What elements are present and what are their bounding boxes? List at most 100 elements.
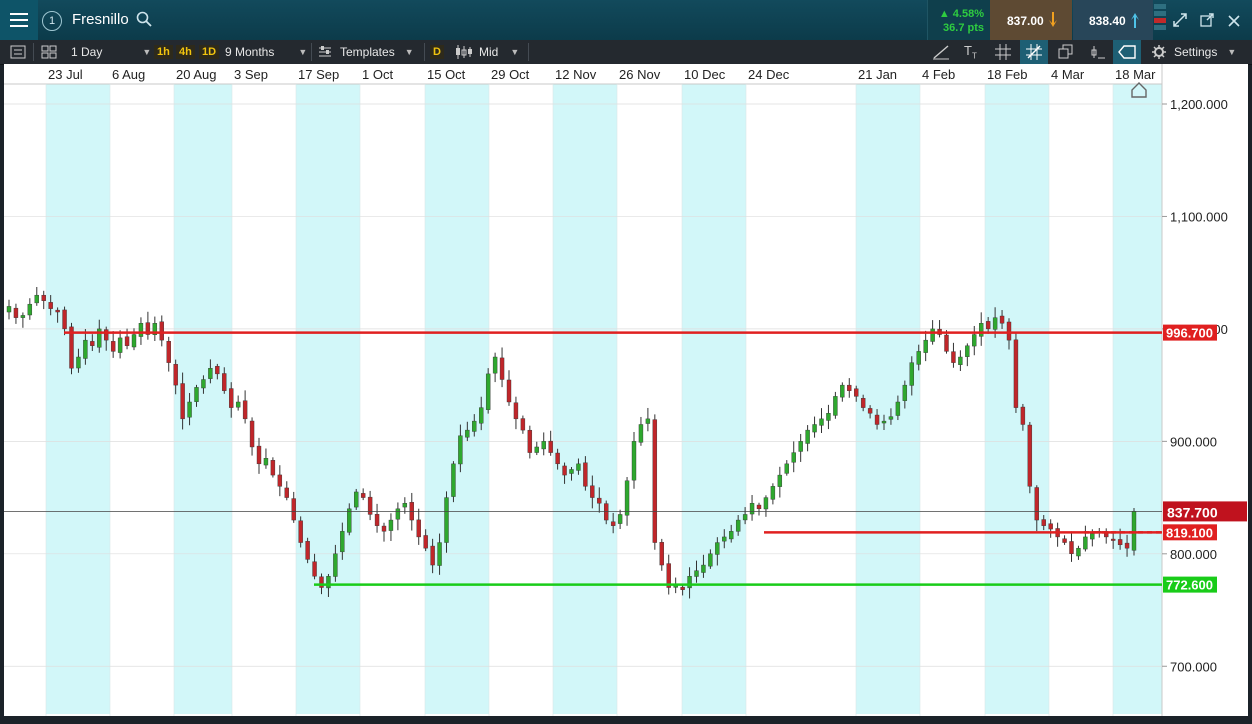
crosshair-icon bbox=[1026, 44, 1042, 60]
candle-body bbox=[833, 396, 838, 416]
candle-body bbox=[860, 398, 866, 408]
candle-body bbox=[617, 514, 623, 524]
candle-body bbox=[291, 498, 296, 521]
candle-body bbox=[784, 463, 789, 474]
grid-icon[interactable] bbox=[995, 40, 1011, 64]
range-select[interactable]: 9 Months ▼ bbox=[225, 40, 307, 64]
popout-icon[interactable] bbox=[1200, 13, 1214, 32]
candle-body bbox=[548, 440, 553, 453]
candle-body bbox=[1083, 536, 1088, 550]
expand-icon[interactable] bbox=[1173, 13, 1187, 32]
candle-body bbox=[416, 519, 421, 538]
candle-body bbox=[277, 474, 283, 487]
candle-body bbox=[506, 379, 512, 403]
candle-body bbox=[569, 469, 574, 474]
candle-body bbox=[1131, 511, 1137, 551]
candle-body bbox=[631, 441, 637, 481]
date-band bbox=[46, 84, 110, 714]
price-type-select[interactable]: Mid ▼ bbox=[455, 40, 519, 64]
candle-body bbox=[305, 541, 310, 560]
templates-button[interactable]: Templates ▼ bbox=[318, 40, 414, 64]
candle-body bbox=[430, 545, 435, 566]
candle-body bbox=[173, 364, 178, 386]
candle-body bbox=[735, 519, 741, 532]
candle-body bbox=[597, 497, 602, 504]
date-band bbox=[425, 84, 489, 714]
close-icon[interactable] bbox=[1228, 14, 1240, 32]
candle-body bbox=[895, 401, 901, 416]
x-tick-label: 20 Aug bbox=[176, 67, 217, 82]
candle-body bbox=[909, 362, 914, 386]
candle-body bbox=[20, 315, 26, 318]
candle-body bbox=[263, 458, 269, 466]
candle-body bbox=[437, 542, 442, 566]
up-arrow-icon bbox=[1131, 13, 1139, 28]
draw-line-icon[interactable] bbox=[932, 40, 950, 64]
candle-body bbox=[27, 303, 33, 316]
candle-body bbox=[1048, 523, 1053, 530]
templates-icon bbox=[319, 46, 331, 57]
candle-body bbox=[48, 302, 53, 309]
y-tick-label: 1,100.000 bbox=[1170, 209, 1228, 224]
x-tick-label: 17 Sep bbox=[298, 67, 339, 82]
quick-4h-button[interactable]: 4h bbox=[176, 40, 195, 64]
step-number-badge[interactable]: 1 bbox=[42, 11, 62, 31]
depth-bars-icon[interactable] bbox=[1154, 4, 1166, 41]
list-icon[interactable] bbox=[10, 40, 26, 64]
candle-body bbox=[958, 356, 963, 365]
candle-body bbox=[444, 497, 449, 543]
gear-icon bbox=[1152, 45, 1166, 59]
change-box: ▲ 4.58% 36.7 pts bbox=[927, 0, 990, 40]
candle-body bbox=[472, 420, 477, 432]
price-tag-icon bbox=[1118, 45, 1136, 59]
change-percent: ▲ 4.58% bbox=[938, 8, 984, 20]
instrument-name[interactable]: Fresnillo bbox=[72, 11, 129, 28]
candle-body bbox=[222, 373, 227, 391]
interval-label: 1 Day bbox=[71, 45, 103, 59]
current-price-label: 837.700 bbox=[1167, 504, 1218, 520]
price-type-label: Mid bbox=[479, 45, 499, 59]
candle-body bbox=[110, 341, 116, 352]
candle-body bbox=[881, 420, 887, 424]
candle-body bbox=[777, 474, 783, 487]
candle-body bbox=[256, 445, 262, 465]
indicator-icon[interactable] bbox=[1090, 40, 1106, 64]
x-tick-label: 4 Mar bbox=[1051, 67, 1085, 82]
chart-area[interactable]: 23 Jul 6 Aug 20 Aug 3 Sep 17 Sep 1 Oct 15 Oct 2… bbox=[4, 64, 1248, 716]
candle-body bbox=[708, 553, 713, 567]
candle-body bbox=[465, 429, 470, 438]
level-label: 772.600 bbox=[1166, 578, 1213, 593]
candle-body bbox=[826, 413, 831, 421]
hamburger-menu-button[interactable] bbox=[0, 0, 38, 40]
quick-1h-button[interactable]: 1h bbox=[154, 40, 173, 64]
quick-1d-button[interactable]: 1D bbox=[199, 40, 220, 64]
candle-body bbox=[159, 321, 164, 341]
level-label: 819.100 bbox=[1166, 525, 1213, 540]
candle-body bbox=[381, 525, 387, 532]
x-tick-label: 18 Mar bbox=[1115, 67, 1156, 82]
candle-body bbox=[180, 383, 185, 420]
buy-price-button[interactable]: 838.40 bbox=[1073, 0, 1153, 40]
price-chart[interactable]: 23 Jul 6 Aug 20 Aug 3 Sep 17 Sep 1 Oct 15 Oct 2… bbox=[4, 64, 1248, 716]
price-alert-toggle[interactable] bbox=[1113, 40, 1141, 64]
sell-price-button[interactable]: 837.00 bbox=[990, 0, 1072, 40]
search-icon[interactable] bbox=[136, 11, 152, 32]
candle-body bbox=[902, 384, 908, 401]
x-tick-label: 18 Feb bbox=[987, 67, 1027, 82]
candle-body bbox=[638, 424, 644, 443]
candle-body bbox=[347, 508, 352, 533]
candle-body bbox=[944, 334, 949, 352]
interval-select[interactable]: 1 Day ▼ bbox=[71, 40, 151, 64]
candle-body bbox=[249, 420, 255, 448]
text-tool-icon[interactable]: TT bbox=[964, 40, 977, 64]
candle-body bbox=[229, 388, 234, 408]
x-tick-label: 3 Sep bbox=[234, 67, 268, 82]
candle-body bbox=[1013, 339, 1019, 408]
d-button[interactable]: D bbox=[430, 40, 444, 64]
date-band bbox=[296, 84, 360, 714]
copy-icon[interactable] bbox=[1058, 40, 1074, 64]
crosshair-grid-toggle[interactable] bbox=[1020, 40, 1048, 64]
layout-icon[interactable] bbox=[41, 40, 57, 64]
settings-button[interactable]: Settings ▼ bbox=[1152, 40, 1236, 64]
candle-body bbox=[534, 446, 539, 453]
